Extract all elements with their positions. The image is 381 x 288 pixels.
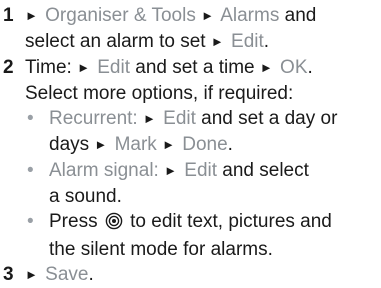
step-text-fragment: . (88, 264, 94, 285)
option-item-alarm-signal: • Alarm signal: ► Edit and select a soun… (25, 158, 381, 209)
step-text-fragment: . (307, 57, 313, 78)
arrow-icon: ► (164, 163, 177, 178)
step-text-fragment: . (263, 31, 270, 52)
arrow-icon: ► (94, 137, 108, 152)
softkey-edit: Edit (184, 160, 218, 181)
arrow-icon: ► (201, 8, 214, 23)
step-text-fragment: and set a time (129, 57, 260, 78)
step-text-fragment: select an alarm to set (25, 31, 211, 52)
step-2: 2 Time: ► Edit and set a time ► OK. Sele… (3, 55, 381, 262)
softkey-save: Save (45, 264, 89, 285)
step-3: 3 ► Save. (3, 262, 381, 288)
option-text-fragment: . (227, 134, 233, 155)
step-number: 2 (3, 57, 14, 78)
option-item-recurrent: • Recurrent: ► Edit and set a day or day… (25, 106, 381, 158)
menu-organiser-tools: Organiser & Tools (45, 5, 196, 26)
bullet-icon: • (27, 108, 34, 129)
option-label-recurrent: Recurrent: (49, 108, 138, 129)
option-text-fragment: a sound. (49, 186, 122, 207)
arrow-icon: ► (162, 137, 175, 152)
softkey-edit: Edit (231, 31, 264, 52)
arrow-icon: ► (25, 8, 38, 23)
arrow-icon: ► (210, 34, 224, 49)
option-label-time: Time: (25, 57, 72, 78)
softkey-ok: OK (280, 57, 308, 78)
option-item-press-key: • Press to edit text, pictures and the s… (25, 209, 381, 262)
arrow-icon: ► (259, 60, 273, 75)
instruction-list: 1 ► Organiser & Tools ► Alarms and selec… (0, 0, 381, 285)
option-text-fragment: days (49, 134, 95, 155)
softkey-mark: Mark (114, 134, 157, 155)
step-text: ► Save. (25, 262, 381, 288)
step-text: ► Organiser & Tools ► Alarms and select … (25, 3, 381, 55)
step-text-fragment: Select more options, if required: (25, 83, 294, 104)
arrow-icon: ► (25, 267, 38, 282)
arrow-icon: ► (142, 111, 156, 126)
step-text: Time: ► Edit and set a time ► OK. Select… (25, 55, 381, 262)
option-text-fragment: and set a day or (195, 108, 338, 129)
step-number: 1 (3, 5, 14, 26)
option-text-fragment: Press (49, 211, 103, 232)
step-number: 3 (3, 264, 14, 285)
softkey-done: Done (182, 134, 228, 155)
option-text-fragment: to edit text, pictures and (124, 211, 332, 232)
softkey-edit: Edit (97, 57, 130, 78)
option-text-fragment: the silent mode for alarms. (49, 239, 273, 260)
softkey-edit: Edit (163, 108, 196, 129)
option-label-alarm-signal: Alarm signal: (49, 160, 159, 181)
option-text-fragment: and select (217, 160, 309, 181)
option-list: • Recurrent: ► Edit and set a day or day… (25, 106, 381, 262)
center-select-key-icon (105, 212, 123, 237)
arrow-icon: ► (77, 60, 90, 75)
bullet-icon: • (27, 211, 34, 232)
bullet-icon: • (27, 160, 34, 181)
menu-alarms: Alarms (220, 5, 280, 26)
step-1: 1 ► Organiser & Tools ► Alarms and selec… (3, 3, 381, 55)
step-text-fragment: and (279, 5, 317, 26)
